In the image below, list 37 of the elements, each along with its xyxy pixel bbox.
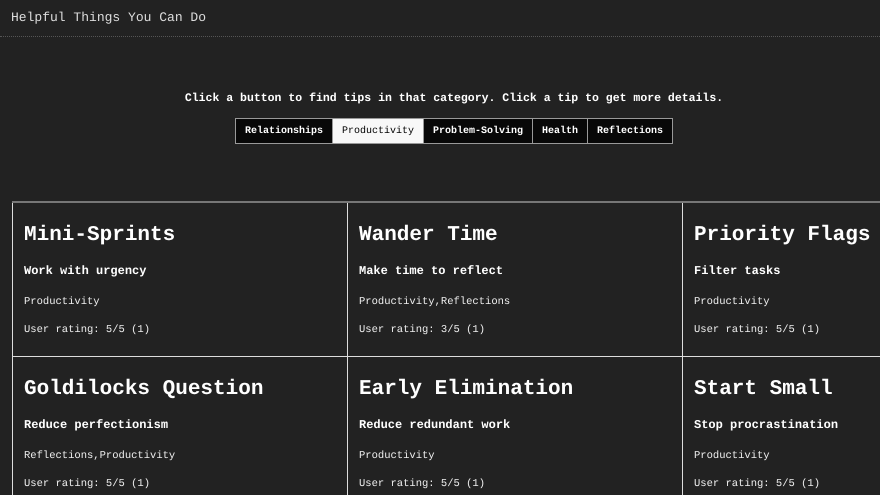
tip-title: Priority Flags	[694, 223, 870, 250]
tip-card[interactable]: Wander Time Make time to reflect Productivity,Reflections User rating: 3/5 (1)	[347, 203, 682, 358]
tip-rating: User rating: 5/5 (1)	[24, 323, 150, 338]
tip-rating: User rating: 5/5 (1)	[359, 477, 486, 492]
instruction-text: Click a button to find tips in that category. Click a tip to get more details.	[184, 91, 724, 107]
tip-subtitle: Stop procrastination	[694, 417, 838, 434]
category-tab[interactable]: Problem-Solving	[422, 119, 532, 144]
tip-card[interactable]: Goldilocks Question Reduce perfectionism Reflections,Productivity User rating: 5/5 (1)	[12, 357, 347, 495]
tip-card[interactable]: Priority Flags Filter tasks Productivity User rating: 5/5 (1)	[682, 203, 880, 358]
tip-card[interactable]: Mini-Sprints Work with urgency Productivity User rating: 5/5 (1)	[12, 203, 347, 358]
tip-categories: Reflections,Productivity	[24, 449, 176, 464]
tip-rating: User rating: 5/5 (1)	[694, 477, 820, 492]
tip-categories: Productivity	[359, 449, 435, 464]
category-tab[interactable]: Health	[532, 119, 588, 144]
tip-title: Wander Time	[359, 223, 498, 250]
tip-rating: User rating: 5/5 (1)	[24, 477, 150, 492]
category-tab[interactable]: Reflections	[587, 119, 672, 144]
tip-rating: User rating: 3/5 (1)	[359, 323, 486, 338]
category-tab[interactable]: Productivity	[332, 119, 423, 144]
tip-title: Goldilocks Question	[24, 377, 264, 404]
tip-categories: Productivity	[24, 295, 100, 310]
tip-card[interactable]: Start Small Stop procrastination Productivity User rating: 5/5 (1)	[682, 357, 880, 495]
tip-subtitle: Reduce redundant work	[359, 417, 510, 434]
tip-title: Start Small	[694, 377, 833, 404]
tip-rating: User rating: 5/5 (1)	[694, 323, 820, 338]
tip-card[interactable]: Early Elimination Reduce redundant work Productivity User rating: 5/5 (1)	[347, 357, 682, 495]
tip-categories: Productivity	[694, 449, 770, 464]
category-tab[interactable]: Relationships	[236, 119, 332, 144]
tip-subtitle: Work with urgency	[24, 263, 146, 280]
tip-subtitle: Make time to reflect	[359, 263, 504, 280]
page-title: Helpful Things You Can Do	[11, 9, 206, 28]
tip-title: Early Elimination	[359, 377, 574, 404]
tip-subtitle: Reduce perfectionism	[24, 417, 168, 434]
tip-title: Mini-Sprints	[24, 223, 176, 250]
tip-categories: Productivity,Reflections	[359, 295, 510, 310]
tip-categories: Productivity	[694, 295, 770, 310]
tip-subtitle: Filter tasks	[694, 263, 780, 280]
